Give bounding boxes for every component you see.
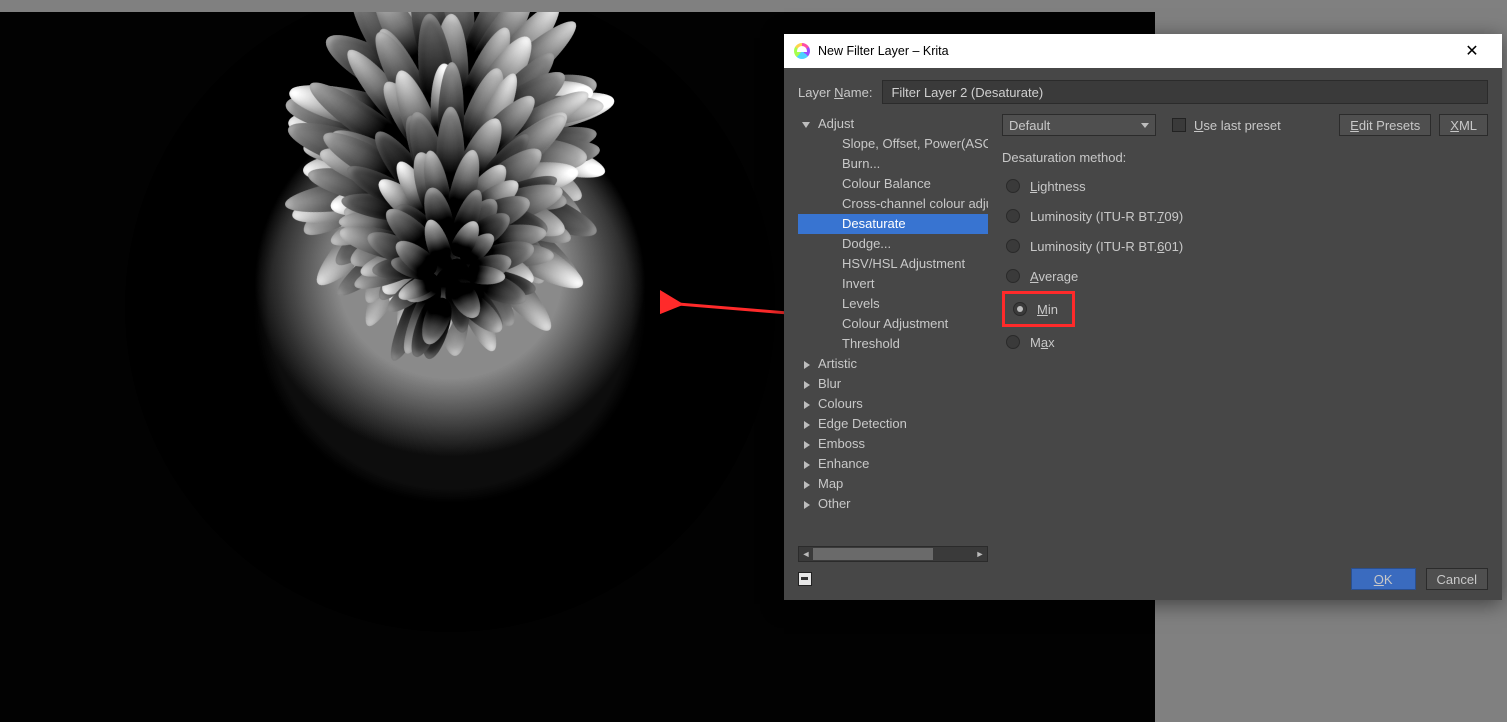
tree-item-slope[interactable]: Slope, Offset, Power(ASC-CDL) (798, 134, 988, 154)
layer-name-label: Layer Name: (798, 85, 872, 100)
filter-tree[interactable]: Adjust Slope, Offset, Power(ASC-CDL) Bur… (798, 114, 988, 544)
krita-app-icon (794, 43, 810, 59)
scroll-right-icon[interactable]: ► (974, 548, 986, 560)
radio-icon (1006, 269, 1020, 283)
tree-category-adjust[interactable]: Adjust (798, 114, 988, 134)
titlebar[interactable]: New Filter Layer – Krita ✕ (784, 34, 1502, 68)
tree-category-colours[interactable]: Colours (798, 394, 988, 414)
tree-item-desaturate[interactable]: Desaturate (798, 214, 988, 234)
tree-category-other[interactable]: Other (798, 494, 988, 514)
edit-presets-button[interactable]: Edit Presets (1339, 114, 1431, 136)
radio-luminosity-601[interactable]: Luminosity (ITU-R BT.601) (1002, 233, 1488, 259)
preview-toggle[interactable] (798, 568, 988, 590)
tree-category-edge[interactable]: Edge Detection (798, 414, 988, 434)
tree-category-map[interactable]: Map (798, 474, 988, 494)
tree-category-blur[interactable]: Blur (798, 374, 988, 394)
preset-dropdown-value: Default (1009, 118, 1050, 133)
cancel-button[interactable]: Cancel (1426, 568, 1488, 590)
radio-average[interactable]: Average (1002, 263, 1488, 289)
radio-label: Min (1037, 302, 1058, 317)
close-button[interactable]: ✕ (1452, 37, 1492, 65)
preset-dropdown[interactable]: Default (1002, 114, 1156, 136)
radio-icon (1006, 179, 1020, 193)
scroll-thumb[interactable] (813, 548, 933, 560)
flower-image (125, 12, 775, 632)
radio-label: Average (1030, 269, 1078, 284)
tree-item-threshold[interactable]: Threshold (798, 334, 988, 354)
radio-label: Lightness (1030, 179, 1086, 194)
radio-icon (1013, 302, 1027, 316)
radio-icon (1006, 209, 1020, 223)
tree-category-enhance[interactable]: Enhance (798, 454, 988, 474)
new-filter-layer-dialog: New Filter Layer – Krita ✕ Layer Name: A… (784, 34, 1502, 600)
tree-item-hsv[interactable]: HSV/HSL Adjustment (798, 254, 988, 274)
radio-lightness[interactable]: Lightness (1002, 173, 1488, 199)
chevron-down-icon (1141, 123, 1149, 128)
desaturation-method-label: Desaturation method: (1002, 150, 1488, 165)
ok-button[interactable]: OK (1351, 568, 1416, 590)
radio-label: Luminosity (ITU-R BT.601) (1030, 239, 1183, 254)
radio-label: Max (1030, 335, 1055, 350)
min-highlight-annotation: Min (1002, 291, 1075, 327)
tree-item-levels[interactable]: Levels (798, 294, 988, 314)
tree-item-colour-adjustment[interactable]: Colour Adjustment (798, 314, 988, 334)
xml-button[interactable]: XML (1439, 114, 1488, 136)
tree-category-emboss[interactable]: Emboss (798, 434, 988, 454)
tree-item-colour-balance[interactable]: Colour Balance (798, 174, 988, 194)
radio-label: Luminosity (ITU-R BT.709) (1030, 209, 1183, 224)
layer-name-input[interactable] (882, 80, 1488, 104)
radio-icon (1006, 239, 1020, 253)
use-last-preset-checkbox[interactable] (1172, 118, 1186, 132)
preview-checkbox-icon (798, 572, 812, 586)
tree-item-cross-channel[interactable]: Cross-channel colour adjustment (798, 194, 988, 214)
tree-category-artistic[interactable]: Artistic (798, 354, 988, 374)
radio-luminosity-709[interactable]: Luminosity (ITU-R BT.709) (1002, 203, 1488, 229)
tree-item-dodge[interactable]: Dodge... (798, 234, 988, 254)
tree-item-invert[interactable]: Invert (798, 274, 988, 294)
tree-h-scrollbar[interactable]: ◄ ► (798, 546, 988, 562)
dialog-title: New Filter Layer – Krita (818, 44, 1452, 58)
radio-max[interactable]: Max (1002, 329, 1488, 355)
radio-min[interactable]: Min (1009, 296, 1062, 322)
tree-item-burn[interactable]: Burn... (798, 154, 988, 174)
radio-icon (1006, 335, 1020, 349)
use-last-preset-label[interactable]: Use last preset (1194, 118, 1281, 133)
scroll-left-icon[interactable]: ◄ (800, 548, 812, 560)
